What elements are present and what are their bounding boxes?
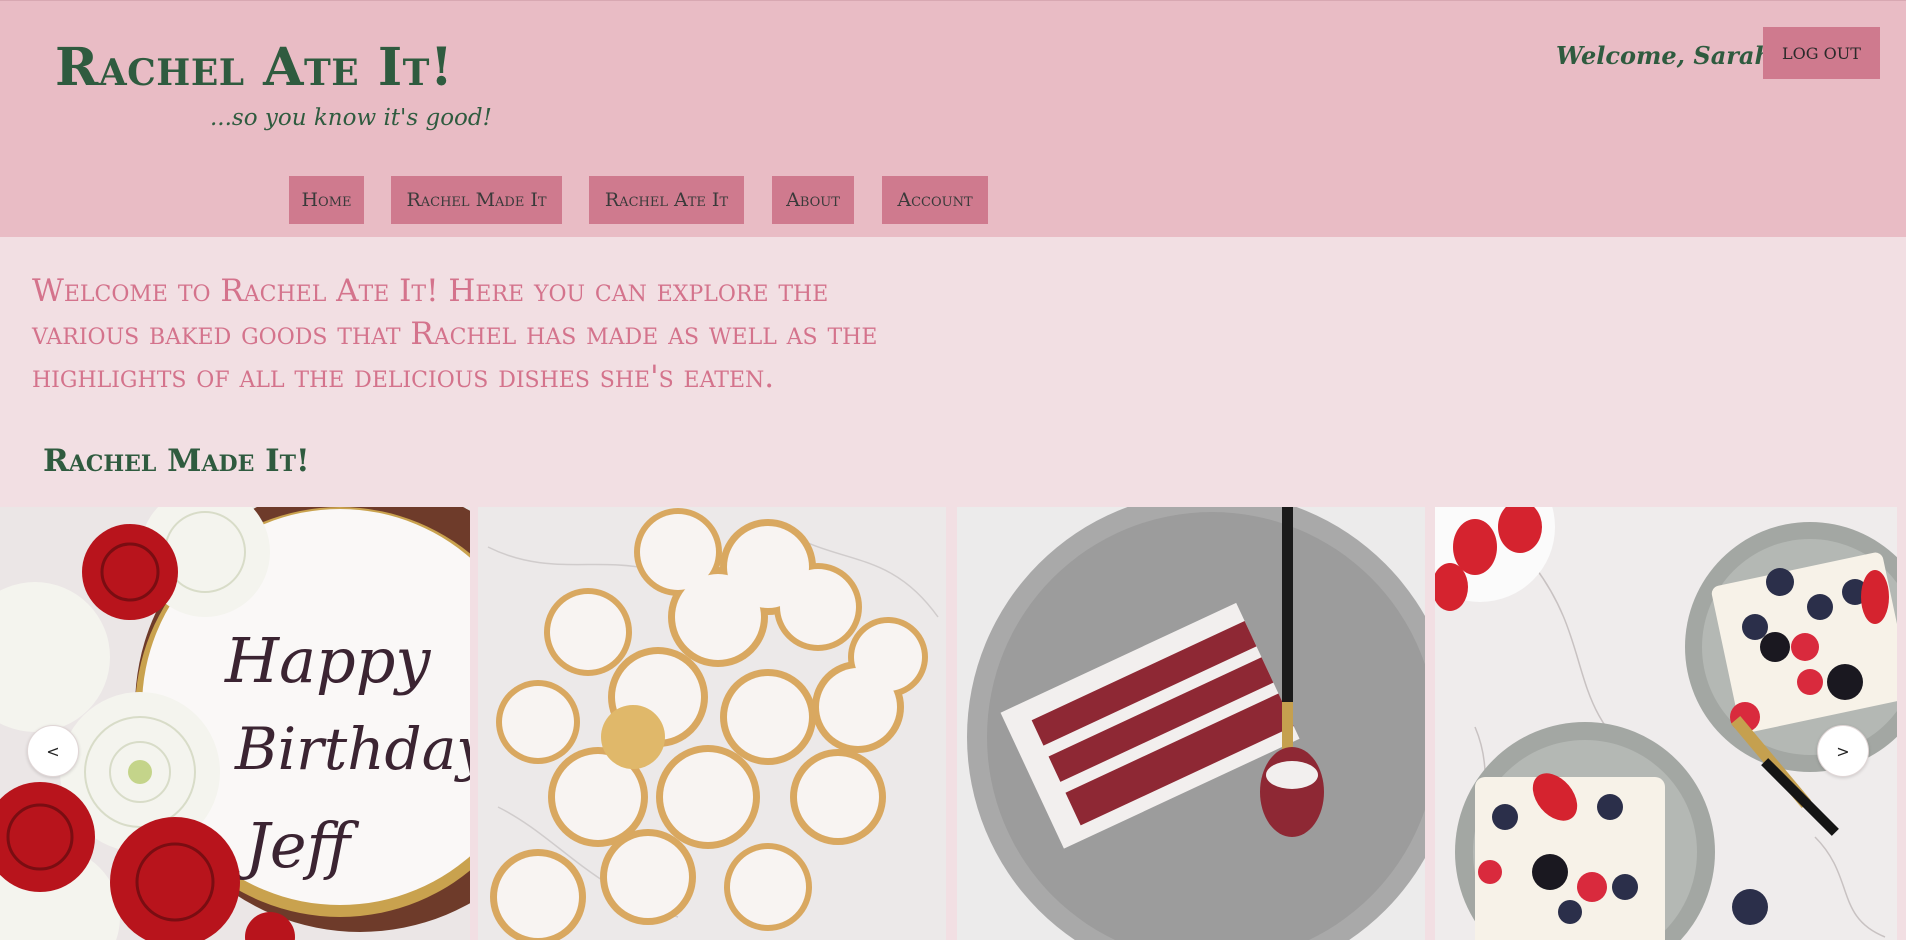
- nav-rachel-made-it[interactable]: Rachel Made It: [391, 176, 562, 224]
- carousel-slide-glazed-cookies[interactable]: [478, 507, 946, 940]
- image-carousel: Happy Birthday Jeff < >: [0, 507, 1906, 940]
- welcome-message: Welcome, Sarah!: [1556, 41, 1783, 70]
- intro-text: Welcome to Rachel Ate It! Here you can e…: [32, 273, 878, 395]
- birthday-cake-image: Happy Birthday Jeff: [0, 507, 470, 940]
- nav-about[interactable]: About: [772, 176, 854, 224]
- cake-writing: Jeff: [234, 809, 360, 882]
- carousel-next-button[interactable]: >: [1817, 725, 1869, 777]
- carousel-slide-birthday-cake[interactable]: Happy Birthday Jeff: [0, 507, 470, 940]
- red-velvet-image: [957, 507, 1425, 940]
- site-header: Rachel Ate It! ...so you know it's good!…: [0, 0, 1906, 237]
- carousel-prev-button[interactable]: <: [27, 725, 79, 777]
- section-title: Rachel Made It!: [43, 443, 310, 479]
- site-title[interactable]: Rachel Ate It!: [55, 37, 453, 98]
- cake-writing: Birthday: [234, 715, 470, 783]
- nav-account[interactable]: Account: [882, 176, 988, 224]
- berry-bars-image: [1435, 507, 1897, 940]
- carousel-slide-berry-bars[interactable]: [1435, 507, 1897, 940]
- cake-writing: Happy: [224, 624, 431, 697]
- carousel-slide-red-velvet[interactable]: [957, 507, 1425, 940]
- site-tagline: ...so you know it's good!: [210, 105, 492, 131]
- logout-button[interactable]: LOG OUT: [1763, 27, 1880, 79]
- nav-rachel-ate-it[interactable]: Rachel Ate It: [589, 176, 744, 224]
- glazed-cookies-image: [478, 507, 946, 940]
- nav-home[interactable]: Home: [289, 176, 364, 224]
